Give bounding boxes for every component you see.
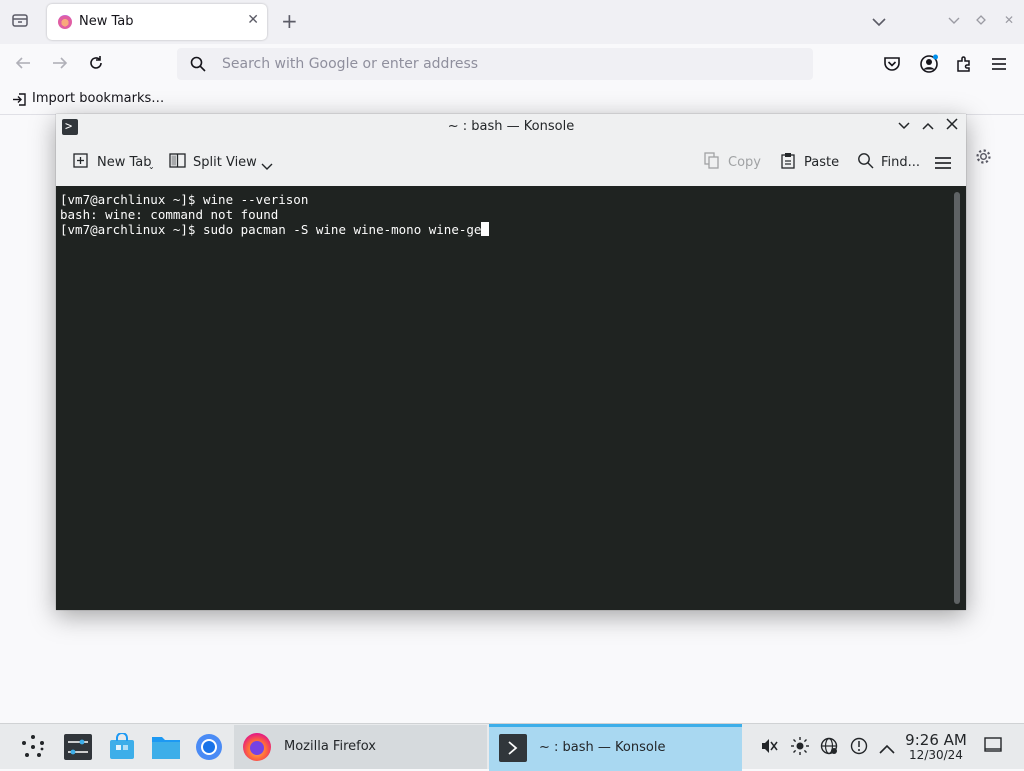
tab-new-tab[interactable]: New Tab ✕ — [47, 4, 267, 40]
konsole-task-icon — [499, 734, 527, 766]
back-icon[interactable] — [14, 54, 32, 77]
settings-gear-icon[interactable] — [975, 148, 992, 169]
task-label: Mozilla Firefox — [284, 739, 376, 754]
tab-title: New Tab — [79, 14, 134, 29]
task-label: ~ : bash — Konsole — [539, 740, 666, 755]
find-label: Find... — [881, 155, 921, 170]
taskbar: Mozilla Firefox ~ : bash — Konsole 9:26 … — [0, 723, 1024, 771]
import-icon — [12, 92, 27, 111]
extensions-icon[interactable] — [955, 55, 973, 77]
konsole-toolbar: New Tab ⌄ Split View Copy Paste Find... — [56, 140, 966, 186]
find-icon — [857, 152, 874, 173]
maximize-icon[interactable] — [976, 14, 986, 28]
tab-list-icon[interactable] — [11, 11, 29, 33]
discover-store-icon[interactable] — [108, 732, 136, 765]
split-view-label: Split View — [193, 155, 257, 170]
updates-icon[interactable] — [850, 737, 868, 759]
konsole-close-icon[interactable] — [946, 118, 958, 134]
file-manager-icon[interactable] — [151, 734, 181, 764]
menu-icon[interactable] — [991, 56, 1007, 75]
account-icon[interactable] — [919, 54, 939, 78]
split-view-dropdown-icon — [261, 156, 273, 175]
firefox-icon — [242, 732, 272, 766]
konsole-maximize-icon[interactable] — [921, 119, 935, 135]
terminal-cursor — [481, 222, 490, 236]
konsole-minimize-icon[interactable] — [897, 119, 911, 135]
task-konsole[interactable]: ~ : bash — Konsole — [489, 724, 742, 771]
split-view-icon — [169, 152, 186, 173]
search-icon — [190, 56, 206, 76]
show-hidden-icons-icon[interactable] — [879, 739, 895, 758]
terminal-line: bash: wine: command not found — [60, 207, 279, 222]
reload-icon[interactable] — [87, 54, 105, 77]
new-tab-icon[interactable]: + — [281, 9, 298, 33]
clock-time[interactable]: 9:26 AM — [900, 731, 972, 749]
pocket-icon[interactable] — [883, 55, 901, 77]
copy-icon — [704, 152, 720, 173]
bookmarks-toolbar: Import bookmarks… — [0, 88, 1024, 115]
new-tab-icon — [73, 152, 90, 173]
konsole-window-title: ~ : bash — Konsole — [447, 119, 575, 134]
close-tab-icon[interactable]: ✕ — [247, 12, 259, 28]
volume-muted-icon[interactable] — [760, 737, 778, 759]
task-firefox[interactable]: Mozilla Firefox — [234, 725, 487, 769]
chromium-icon[interactable] — [195, 733, 223, 765]
terminal-scrollbar[interactable] — [954, 192, 960, 604]
terminal-area[interactable]: [vm7@archlinux ~]$ wine --verison bash: … — [56, 186, 966, 610]
url-placeholder[interactable]: Search with Google or enter address — [222, 56, 478, 72]
copy-label: Copy — [728, 155, 761, 170]
close-window-icon[interactable]: ✕ — [1004, 13, 1014, 27]
paste-icon — [780, 152, 796, 173]
forward-icon[interactable] — [51, 54, 69, 77]
new-tab-dropdown-icon: ⌄ — [148, 162, 155, 171]
list-all-tabs-icon[interactable] — [872, 12, 886, 31]
network-icon[interactable] — [820, 737, 838, 759]
brightness-icon[interactable] — [791, 737, 809, 759]
new-tab-label: New Tab — [97, 155, 152, 170]
clock-date[interactable]: 12/30/24 — [900, 748, 972, 762]
show-desktop-icon[interactable] — [984, 737, 1002, 757]
terminal-line: [vm7@archlinux ~]$ sudo pacman -S wine w… — [60, 222, 482, 237]
minimize-icon[interactable] — [948, 14, 960, 28]
paste-label: Paste — [804, 155, 840, 170]
terminal-line: [vm7@archlinux ~]$ wine --verison — [60, 192, 309, 207]
application-launcher-icon[interactable] — [20, 734, 46, 764]
konsole-titlebar[interactable]: > ~ : bash — Konsole — [56, 114, 966, 140]
firefox-tab-bar: New Tab ✕ + ✕ — [0, 0, 1024, 44]
firefox-favicon — [58, 15, 72, 29]
system-settings-icon[interactable] — [64, 734, 92, 764]
konsole-window: > ~ : bash — Konsole New Tab ⌄ Split Vie… — [56, 114, 966, 610]
hamburger-menu-icon[interactable] — [934, 155, 952, 174]
url-bar[interactable]: Search with Google or enter address — [177, 48, 813, 80]
import-bookmarks-link[interactable]: Import bookmarks… — [32, 91, 164, 106]
